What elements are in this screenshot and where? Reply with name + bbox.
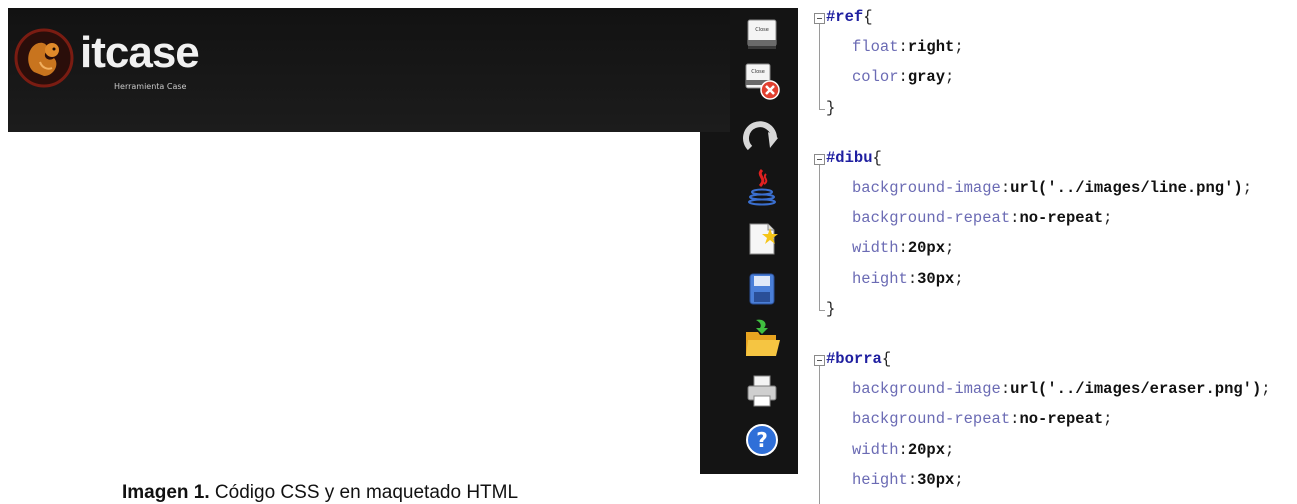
close-all-icon: Close [745,63,780,100]
code-declaration-line: background-image:url('../images/eraser.p… [852,376,1271,402]
colon: : [907,470,918,489]
redo-arrow-icon [743,121,778,151]
colon: : [898,440,908,459]
semicolon: ; [954,38,964,57]
app-logo-text: itcase [80,28,200,77]
colon: : [898,68,908,87]
close-all-button[interactable]: Close [742,62,782,100]
redo-button[interactable] [742,118,782,154]
caption-label: Imagen 1. [122,482,210,503]
code-declaration-line: background-repeat:no-repeat; [852,406,1112,432]
semicolon: ; [954,269,964,288]
fold-guide-end [819,309,825,311]
fold-toggle-icon[interactable] [814,355,825,366]
code-declaration-line: height:30px; [852,467,964,493]
close-file-label: Close [755,27,769,33]
css-selector: #borra [826,350,882,368]
app-header: itcase Herramienta Case [8,8,730,132]
fold-guide-line [819,24,820,109]
code-declaration-line: color:gray; [852,64,954,90]
toolbar: Close Close ? [736,10,792,474]
floppy-disk-icon [749,273,775,305]
java-coffee-icon [748,168,776,206]
app-logo-subtitle: Herramienta Case [114,82,187,91]
open-brace: { [872,148,882,167]
open-folder-icon [746,319,780,356]
css-selector: #ref [826,8,864,26]
css-property: background-image [852,380,1001,399]
css-property: height [852,470,908,489]
itcase-app-window: itcase Herramienta Case Close Close ? [8,8,798,474]
fold-guide-end [819,108,825,110]
colon: : [898,239,908,258]
code-declaration-line: width:20px; [852,235,954,261]
printer-icon [747,375,777,407]
css-selector: #dibu [826,148,873,167]
css-value: no-repeat [1019,410,1104,429]
java-button[interactable] [742,166,782,206]
css-code-panel: #ref{float:right; color:gray;} #dibu{backg… [812,0,1297,504]
fold-toggle-icon[interactable] [814,13,825,24]
semicolon: ; [1242,179,1252,197]
open-brace: { [881,350,892,368]
code-declaration-line: height:30px; [852,266,964,292]
code-close-line: } [826,98,836,117]
colon: : [1000,380,1011,399]
save-button[interactable] [742,270,782,306]
css-value: url('../images/eraser.png') [1010,380,1262,399]
fold-guide-line [819,366,820,504]
css-property: color [852,68,899,87]
css-property: width [852,440,899,459]
squirrel-logo-icon [14,28,74,88]
css-value: 30px [917,269,955,288]
help-question-icon: ? [746,424,778,456]
semicolon: ; [1261,380,1271,399]
colon: : [898,38,908,57]
css-property: background-image [852,179,1001,197]
fold-guide-line [819,164,820,310]
css-value: gray [907,68,946,87]
code-selector-line: #ref{ [826,4,873,30]
new-file-star-icon [749,223,778,255]
semicolon: ; [945,239,955,258]
css-value: 20px [907,239,946,258]
figure-caption: Imagen 1. Código CSS y en maquetado HTML [122,482,542,504]
css-value: 20px [907,440,946,459]
drawing-canvas[interactable] [8,132,700,474]
colon: : [907,269,918,288]
css-property: background-repeat [852,209,1011,228]
code-close-line: } [826,299,836,318]
semicolon: ; [1103,209,1113,228]
css-value: right [907,38,955,57]
new-file-button[interactable] [742,218,782,255]
code-declaration-line: float:right; [852,34,964,60]
code-selector-line: #borra{ [826,346,891,372]
code-declaration-line: width:20px; [852,437,954,463]
css-value: 30px [917,470,955,489]
close-file-button[interactable]: Close [742,18,782,54]
help-button[interactable]: ? [742,420,782,456]
colon: : [1000,179,1011,197]
css-property: background-repeat [852,410,1011,429]
open-folder-button[interactable] [742,316,782,356]
close-document-icon: Close [747,19,777,49]
svg-text:?: ? [756,428,768,452]
code-declaration-line: background-image:url('../images/line.png… [852,175,1252,201]
fold-toggle-icon[interactable] [814,153,825,165]
semicolon: ; [954,470,964,489]
css-property: width [852,239,899,258]
css-value: no-repeat [1019,209,1104,228]
css-property: height [852,269,908,288]
semicolon: ; [945,440,955,459]
css-property: float [852,38,899,57]
print-button[interactable] [742,372,782,408]
close-all-label: Close [751,69,765,75]
semicolon: ; [1103,410,1113,429]
code-selector-line: #dibu{ [826,145,882,171]
css-value: url('../images/line.png') [1010,179,1243,197]
open-brace: { [863,8,873,26]
caption-text: Código CSS y en maquetado HTML [209,482,519,503]
code-declaration-line: background-repeat:no-repeat; [852,205,1112,231]
semicolon: ; [945,68,955,87]
